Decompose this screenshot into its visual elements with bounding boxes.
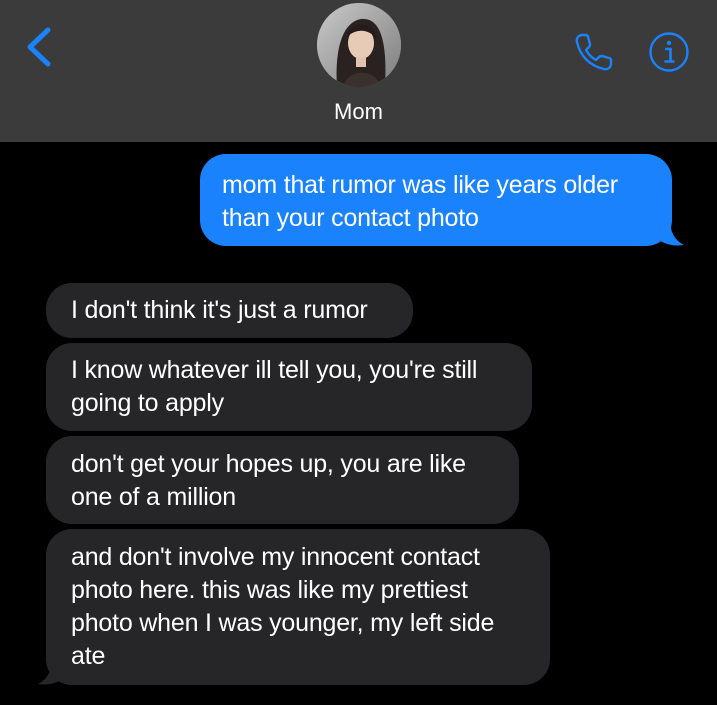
- received-message-bubble[interactable]: I don't think it's just a rumor: [46, 283, 413, 338]
- received-message-bubble[interactable]: I know whatever ill tell you, you're sti…: [46, 343, 532, 431]
- phone-icon[interactable]: [572, 30, 616, 74]
- contact-avatar[interactable]: [317, 3, 401, 87]
- contact-name[interactable]: Mom: [0, 99, 717, 125]
- conversation-header: Mom: [0, 0, 717, 142]
- sent-bubble-tail: [652, 222, 684, 246]
- info-icon[interactable]: [648, 31, 690, 73]
- contact-photo: [317, 3, 401, 87]
- received-message-bubble[interactable]: and don't involve my innocent contact ph…: [46, 529, 550, 685]
- sent-message-bubble[interactable]: mom that rumor was like years older than…: [200, 154, 672, 246]
- received-bubble-tail: [38, 661, 70, 685]
- received-message-bubble[interactable]: don't get your hopes up, you are like on…: [46, 436, 519, 524]
- chevron-left-icon[interactable]: [22, 26, 56, 68]
